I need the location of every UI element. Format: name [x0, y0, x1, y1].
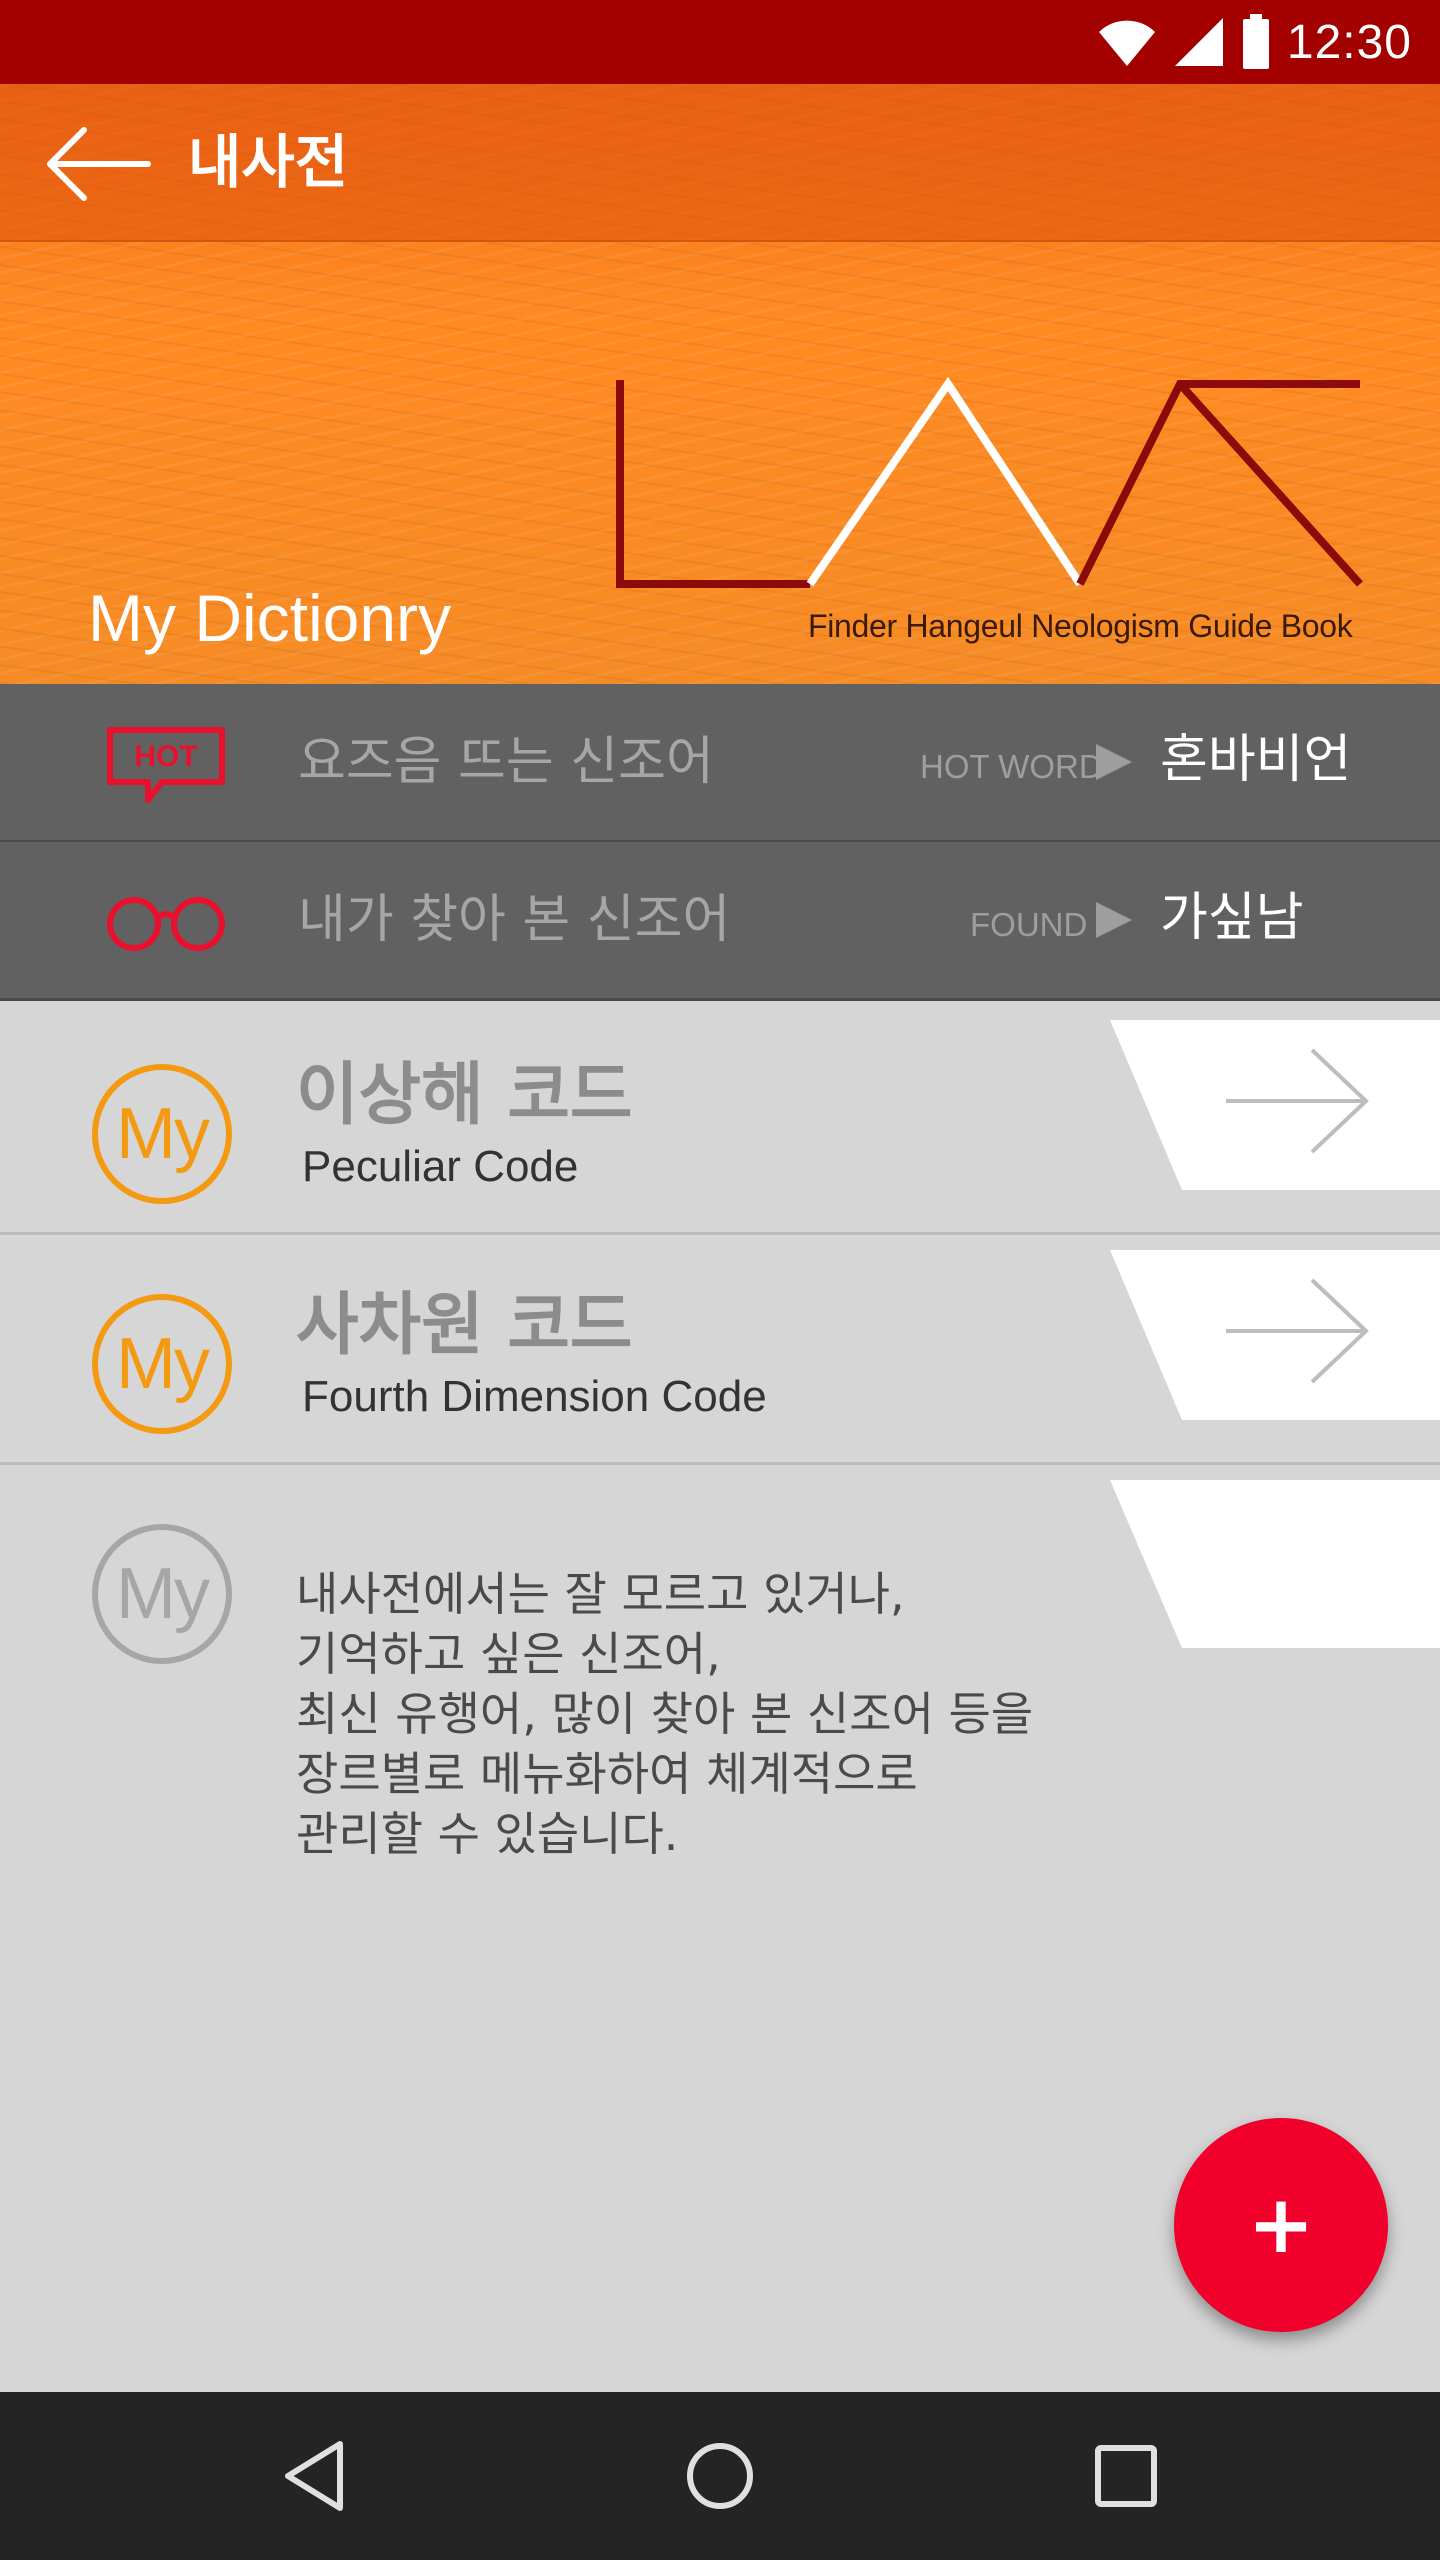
card-subtitle: Fourth Dimension Code [302, 1372, 767, 1421]
card-title: 이상해 코드 [296, 1056, 633, 1135]
plus-icon: + [1247, 2178, 1315, 2271]
nav-recents-icon[interactable] [1084, 2434, 1168, 2518]
status-icons: 12:30 [1097, 14, 1412, 70]
card-title: 사차원 코드 [296, 1286, 633, 1365]
wifi-icon [1098, 20, 1155, 66]
card-subtitle: Peculiar Code [302, 1142, 579, 1191]
found-word-label: 내가 찾아 본 신조어 [298, 890, 731, 950]
hot-word-value: 혼바비언 [1160, 730, 1352, 790]
my-badge-icon: My [92, 1524, 232, 1664]
page-title: 내사전 [188, 128, 349, 196]
arrow-left-icon [47, 127, 151, 201]
arrow-right-icon[interactable] [1222, 1046, 1374, 1156]
my-badge-text: My [116, 1094, 210, 1174]
found-word-row[interactable]: 내가 찾아 본 신조어 FOUND 가싶남 [0, 842, 1440, 1001]
app-bar: 내사전 [0, 84, 1440, 242]
dictionary-card-fourth-dimension[interactable]: My 사차원 코드 Fourth Dimension Code [0, 1250, 1440, 1465]
play-arrow-icon [1096, 744, 1132, 780]
glasses-icon [107, 897, 225, 951]
status-bar: 12:30 [0, 0, 1440, 84]
my-badge-text: My [116, 1324, 210, 1404]
logo-subtitle: Finder Hangeul Neologism Guide Book [808, 608, 1353, 644]
banner-title: My Dictionry [88, 581, 452, 655]
dictionary-card-peculiar[interactable]: My 이상해 코드 Peculiar Code [0, 1020, 1440, 1235]
back-button[interactable] [44, 124, 164, 204]
nav-home-icon[interactable] [678, 2434, 762, 2518]
hot-word-label: 요즈음 뜨는 신조어 [298, 732, 714, 792]
nav-back-icon[interactable] [274, 2434, 358, 2518]
hot-badge-text: HOT [134, 740, 197, 773]
add-button[interactable]: + [1174, 2118, 1388, 2332]
header-banner: 내사전 Finder Hangeul Neologism Guide Book … [0, 84, 1440, 684]
arrow-right-icon[interactable] [1222, 1276, 1374, 1386]
play-arrow-icon [1096, 902, 1132, 938]
my-badge-icon: My [92, 1064, 232, 1204]
card-description: 내사전에서는 잘 모르고 있거나, 기억하고 싶은 신조어, 최신 유행어, 많… [296, 1567, 1034, 1861]
hot-word-row[interactable]: HOT 요즈음 뜨는 신조어 HOT WORD 혼바비언 [0, 684, 1440, 843]
found-word-value: 가싶남 [1160, 888, 1304, 948]
navigation-bar [0, 2392, 1440, 2560]
found-word-tag: FOUND [970, 906, 1088, 943]
my-badge-icon: My [92, 1294, 232, 1434]
signal-icon [1174, 18, 1223, 66]
my-badge-text: My [116, 1554, 210, 1634]
hot-badge-icon: HOT [107, 727, 225, 803]
battery-icon [1242, 14, 1269, 69]
hot-word-tag: HOT WORD [920, 748, 1103, 785]
status-time: 12:30 [1286, 15, 1412, 69]
